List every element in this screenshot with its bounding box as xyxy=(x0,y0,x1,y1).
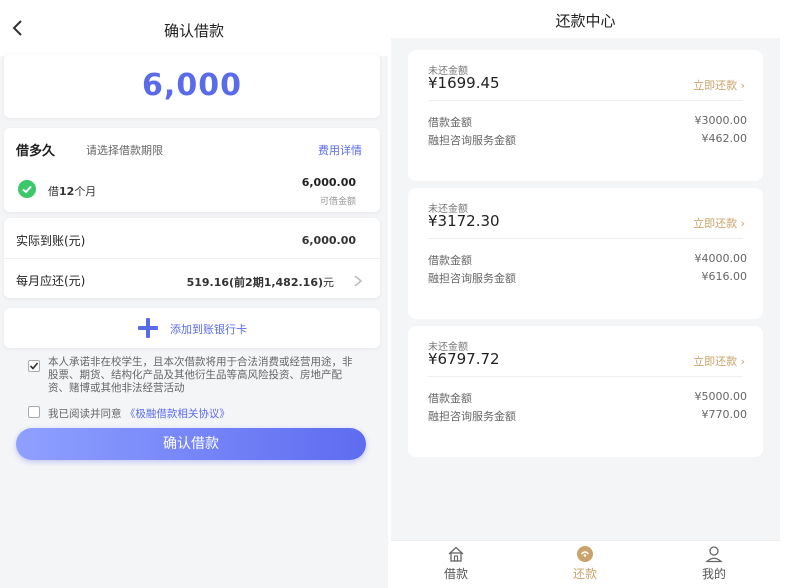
loan-card: 未还金额 ¥3172.30 立即还款 › 借款金额 ¥4000.00 融担咨询服… xyxy=(408,188,763,319)
repay-now-link[interactable]: 立即还款 › xyxy=(693,353,745,369)
period-option-label[interactable]: 借12个月 xyxy=(48,183,96,199)
available-amount-label: 可借金额 xyxy=(319,197,356,207)
service-fee-label: 融担咨询服务金额 xyxy=(428,272,516,285)
repay-now-link[interactable]: 立即还款 › xyxy=(693,215,745,231)
actual-received-value: 6,000.00 xyxy=(301,234,356,247)
repayment-center-screen: 还款中心 未还金额 ¥1699.45 立即还款 › 借款金额 ¥3000.00 … xyxy=(391,0,780,588)
service-fee-value: ¥462.00 xyxy=(701,132,748,145)
add-bank-card-button[interactable]: 添加到账银行卡 xyxy=(4,308,380,348)
monthly-repay-unit: 元 xyxy=(323,276,334,289)
principal-value: ¥4000.00 xyxy=(694,252,748,265)
unpaid-amount: ¥6797.72 xyxy=(428,350,500,368)
header: 还款中心 xyxy=(391,0,780,38)
chevron-right-icon: › xyxy=(740,355,745,368)
monthly-repay-amount: 519.16(前2期1,482.16) xyxy=(186,276,323,289)
plus-icon xyxy=(138,318,158,338)
period-label: 借多久 xyxy=(16,144,56,159)
divider xyxy=(428,238,743,239)
tab-loan[interactable]: 借款 xyxy=(426,545,486,582)
tab-label: 我的 xyxy=(701,567,726,581)
principal-label: 借款金额 xyxy=(428,254,472,267)
principal-value: ¥5000.00 xyxy=(694,390,748,403)
header: 确认借款 xyxy=(0,0,388,56)
repay-now-link[interactable]: 立即还款 › xyxy=(693,77,745,93)
repay-now-label: 立即还款 xyxy=(693,217,738,230)
agreement-text: 我已阅读并同意 《极融借款相关协议》 xyxy=(48,406,230,421)
divider xyxy=(4,258,380,259)
service-fee-label: 融担咨询服务金额 xyxy=(428,410,516,423)
tab-mine[interactable]: 我的 xyxy=(684,545,744,582)
unpaid-amount: ¥1699.45 xyxy=(428,74,500,92)
agreement-link[interactable]: 《极融借款相关协议》 xyxy=(125,408,230,420)
repay-now-label: 立即还款 xyxy=(693,79,738,92)
loan-amount-card: 6,000 xyxy=(4,54,380,118)
bottom-tab-bar: 借款 还款 我的 xyxy=(391,540,780,588)
available-amount: 6,000.00 xyxy=(301,176,356,189)
loan-amount: 6,000 xyxy=(142,68,242,103)
repayment-card: 实际到账(元) 6,000.00 每月应还(元) 519.16(前2期1,482… xyxy=(4,218,380,298)
page-title: 确认借款 xyxy=(163,22,224,40)
period-option-suffix: 个月 xyxy=(74,185,97,198)
check-circle-icon[interactable] xyxy=(18,180,36,198)
service-fee-value: ¥616.00 xyxy=(701,270,748,283)
repay-now-label: 立即还款 xyxy=(693,355,738,368)
period-option-months: 12 xyxy=(59,185,75,198)
period-hint[interactable]: 请选择借款期限 xyxy=(86,142,163,158)
loan-card: 未还金额 ¥6797.72 立即还款 › 借款金额 ¥5000.00 融担咨询服… xyxy=(408,326,763,457)
principal-label: 借款金额 xyxy=(428,116,472,129)
monthly-repay-value[interactable]: 519.16(前2期1,482.16)元 xyxy=(187,274,334,290)
loan-card: 未还金额 ¥1699.45 立即还款 › 借款金额 ¥3000.00 融担咨询服… xyxy=(408,50,763,181)
promise-text: 本人承诺非在校学生，且本次借款将用于合法消费或经营用途，非股票、期货、结构化产品… xyxy=(48,356,353,394)
add-bank-card-label: 添加到账银行卡 xyxy=(170,323,247,336)
tab-repay[interactable]: 还款 xyxy=(555,545,615,582)
unpaid-amount: ¥3172.30 xyxy=(428,212,500,230)
chevron-right-icon[interactable] xyxy=(352,274,364,288)
confirm-loan-screen: 确认借款 6,000 借多久 请选择借款期限 费用详情 借12个月 6,000.… xyxy=(0,0,388,588)
agree-checkbox[interactable] xyxy=(28,406,40,418)
service-fee-value: ¥770.00 xyxy=(701,408,748,421)
actual-received-label: 实际到账(元) xyxy=(16,234,86,248)
tab-label: 还款 xyxy=(572,567,597,581)
chevron-right-icon: › xyxy=(740,217,745,230)
promise-checkbox[interactable] xyxy=(28,360,40,372)
principal-value: ¥3000.00 xyxy=(694,114,748,127)
monthly-repay-label: 每月应还(元) xyxy=(16,274,86,288)
tab-label: 借款 xyxy=(443,567,468,581)
home-icon xyxy=(448,546,464,562)
fee-details-link[interactable]: 费用详情 xyxy=(318,142,362,158)
loan-period-card: 借多久 请选择借款期限 费用详情 借12个月 6,000.00 可借金额 xyxy=(4,128,380,212)
divider xyxy=(428,100,743,101)
page-title: 还款中心 xyxy=(555,12,616,30)
checkmark-icon xyxy=(29,362,39,370)
agreement-prefix: 我已阅读并同意 xyxy=(48,408,122,420)
confirm-loan-button[interactable]: 确认借款 xyxy=(16,428,366,460)
period-option-prefix: 借 xyxy=(48,185,59,198)
divider xyxy=(428,376,743,377)
service-fee-label: 融担咨询服务金额 xyxy=(428,134,516,147)
user-icon xyxy=(705,546,723,563)
chevron-right-icon: › xyxy=(740,79,745,92)
repay-icon xyxy=(577,546,593,562)
principal-label: 借款金额 xyxy=(428,392,472,405)
